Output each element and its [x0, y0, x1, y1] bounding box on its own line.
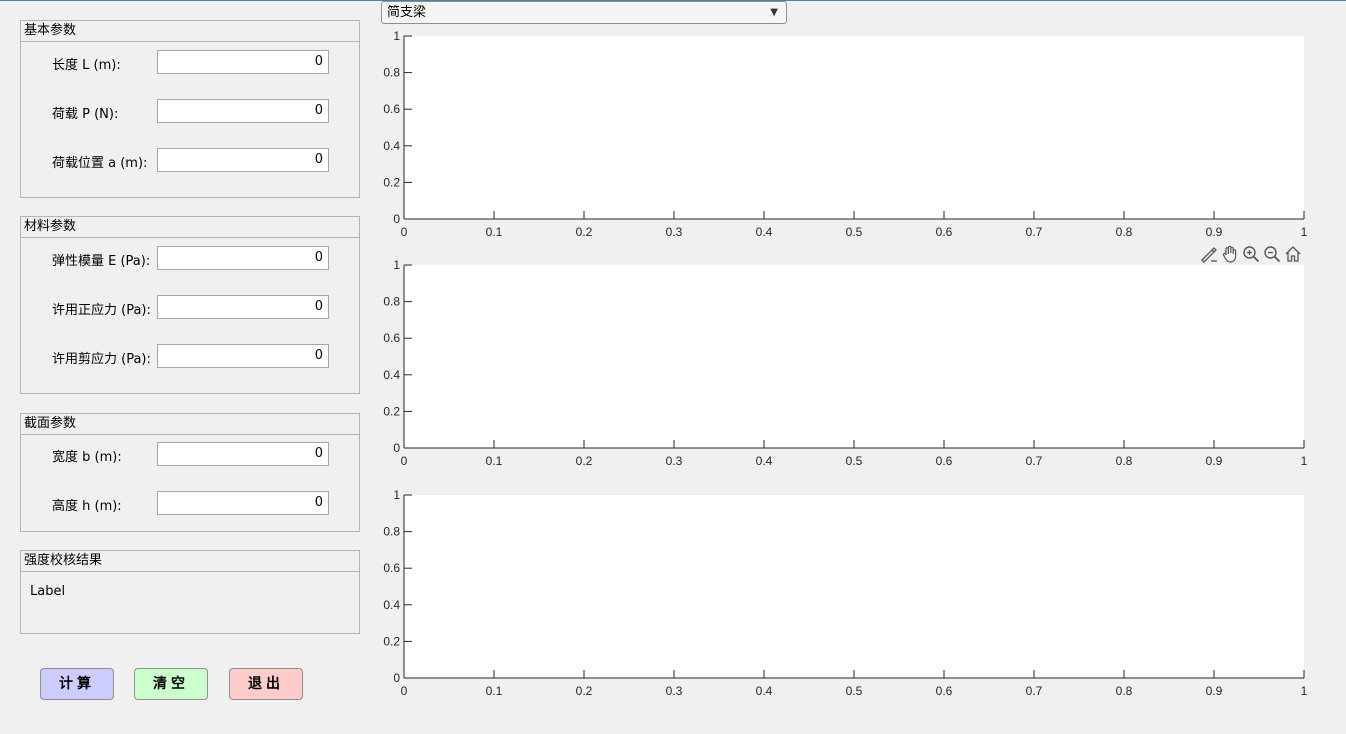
beam-type-selected: 简支梁 [387, 5, 427, 20]
y-tick-label: 0 [393, 671, 400, 685]
x-tick-label: 0.6 [936, 454, 953, 468]
length-input[interactable]: 0 [157, 50, 329, 74]
y-tick-label: 0 [393, 212, 400, 226]
x-tick-label: 0.3 [666, 454, 683, 468]
load-label: 荷载 P (N): [52, 107, 119, 122]
clear-button[interactable]: 清空 [134, 668, 208, 700]
y-tick-label: 1 [393, 488, 400, 502]
pan-hand-icon[interactable] [1220, 244, 1240, 264]
allowable-normal-stress-label: 许用正应力 (Pa): [52, 303, 151, 318]
x-tick-label: 0.3 [666, 684, 683, 698]
y-tick-label: 0.4 [383, 368, 400, 382]
axes-bottom[interactable]: 0 0.1 0.2 0.3 0.4 0.5 0.6 0.7 0.8 0.9 1 0 0.2 0.4 0.6 0… [370, 487, 1320, 709]
material-params-title: 材料参数 [21, 217, 359, 238]
zoom-out-icon[interactable] [1262, 244, 1282, 264]
x-tick-label: 0.4 [756, 454, 773, 468]
x-tick-label: 0.2 [576, 225, 593, 239]
elastic-modulus-label: 弹性模量 E (Pa): [52, 254, 151, 269]
y-tick-label: 0.6 [383, 561, 400, 575]
calculate-button[interactable]: 计算 [40, 668, 114, 700]
x-tick-label: 0 [401, 684, 408, 698]
height-label: 高度 h (m): [52, 499, 122, 514]
beam-type-dropdown[interactable]: 简支梁 ▼ [381, 1, 787, 24]
load-position-label: 荷载位置 a (m): [52, 156, 148, 171]
x-tick-label: 0.5 [846, 684, 863, 698]
x-tick-label: 0.8 [1116, 225, 1133, 239]
x-tick-label: 0.7 [1026, 454, 1043, 468]
x-tick-label: 0 [401, 225, 408, 239]
x-tick-label: 0 [401, 454, 408, 468]
y-tick-label: 0.8 [383, 66, 400, 80]
exit-button[interactable]: 退出 [229, 668, 303, 700]
height-input[interactable]: 0 [157, 491, 329, 515]
x-tick-label: 0.4 [756, 225, 773, 239]
plot-area [404, 265, 1304, 448]
section-params-panel: 截面参数 宽度 b (m): 0 高度 h (m): 0 [20, 413, 360, 532]
x-tick-label: 1 [1301, 225, 1308, 239]
y-tick-label: 1 [393, 29, 400, 43]
x-tick-label: 0.4 [756, 684, 773, 698]
home-icon[interactable] [1283, 244, 1303, 264]
x-tick-label: 0.8 [1116, 454, 1133, 468]
allowable-normal-stress-input[interactable]: 0 [157, 295, 329, 319]
x-tick-label: 0.2 [576, 684, 593, 698]
result-title: 强度校核结果 [21, 551, 359, 572]
x-tick-label: 0.5 [846, 225, 863, 239]
x-tick-label: 0.1 [486, 225, 503, 239]
x-tick-label: 0.6 [936, 225, 953, 239]
y-tick-label: 0.2 [383, 175, 400, 189]
x-tick-label: 0.9 [1206, 454, 1223, 468]
section-params-title: 截面参数 [21, 414, 359, 435]
load-position-input[interactable]: 0 [157, 148, 329, 172]
x-tick-label: 0.9 [1206, 225, 1223, 239]
allowable-shear-stress-input[interactable]: 0 [157, 344, 329, 368]
length-label: 长度 L (m): [52, 58, 121, 73]
x-tick-label: 0.6 [936, 684, 953, 698]
material-params-panel: 材料参数 弹性模量 E (Pa): 0 许用正应力 (Pa): 0 许用剪应力 … [20, 216, 360, 394]
brush-icon[interactable] [1199, 244, 1219, 264]
plot-area [404, 495, 1304, 678]
x-tick-label: 0.1 [486, 454, 503, 468]
x-tick-label: 0.5 [846, 454, 863, 468]
x-tick-label: 0.7 [1026, 684, 1043, 698]
axes-top[interactable]: 0 0.1 0.2 0.3 0.4 0.5 0.6 0.7 0.8 0.9 1 0 0.2 0.4 0.6 0… [370, 28, 1320, 250]
y-tick-label: 0.4 [383, 598, 400, 612]
basic-params-panel: 基本参数 长度 L (m): 0 荷载 P (N): 0 荷载位置 a (m):… [20, 20, 360, 198]
plot-area [404, 36, 1304, 219]
elastic-modulus-input[interactable]: 0 [157, 246, 329, 270]
basic-params-title: 基本参数 [21, 21, 359, 42]
y-tick-label: 0.8 [383, 295, 400, 309]
y-tick-label: 0.6 [383, 102, 400, 116]
x-tick-label: 0.3 [666, 225, 683, 239]
dropdown-arrow-icon: ▼ [770, 7, 778, 18]
x-tick-label: 0.7 [1026, 225, 1043, 239]
y-tick-label: 0.4 [383, 139, 400, 153]
result-label: Label [30, 584, 66, 599]
y-tick-label: 0.8 [383, 525, 400, 539]
y-tick-label: 0.2 [383, 404, 400, 418]
x-tick-label: 0.9 [1206, 684, 1223, 698]
load-input[interactable]: 0 [157, 99, 329, 123]
y-tick-label: 1 [393, 258, 400, 272]
zoom-in-icon[interactable] [1241, 244, 1261, 264]
y-tick-label: 0 [393, 441, 400, 455]
x-tick-label: 1 [1301, 684, 1308, 698]
width-input[interactable]: 0 [157, 442, 329, 466]
y-tick-label: 0.2 [383, 634, 400, 648]
x-tick-label: 1 [1301, 454, 1308, 468]
width-label: 宽度 b (m): [52, 450, 122, 465]
y-tick-label: 0.6 [383, 331, 400, 345]
axes-toolbar [1199, 244, 1303, 264]
x-tick-label: 0.8 [1116, 684, 1133, 698]
axes-middle[interactable]: 0 0.1 0.2 0.3 0.4 0.5 0.6 0.7 0.8 0.9 1 0 0.2 0.4 0.6 0… [370, 257, 1320, 479]
x-tick-label: 0.2 [576, 454, 593, 468]
allowable-shear-stress-label: 许用剪应力 (Pa): [52, 352, 151, 367]
result-panel: 强度校核结果 Label [20, 550, 360, 634]
x-tick-label: 0.1 [486, 684, 503, 698]
